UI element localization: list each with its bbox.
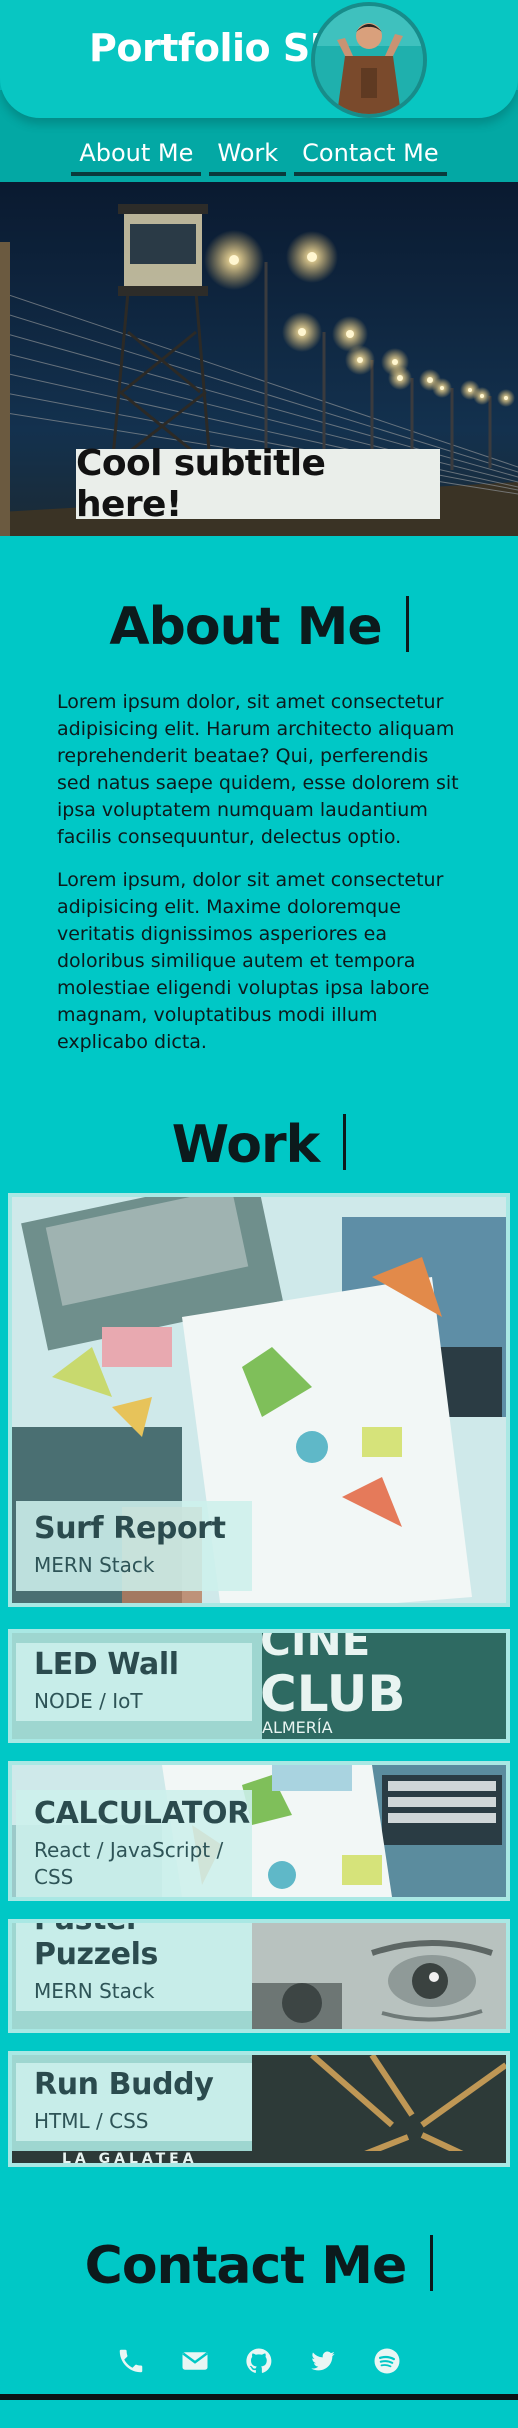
project-stack: MERN Stack <box>34 1979 155 2003</box>
project-card-pastel-puzzels[interactable]: Pastel Puzzels MERN Stack <box>8 1919 510 2033</box>
work-title-text: Work <box>171 1115 320 1175</box>
project-title: LED Wall <box>34 1647 179 1682</box>
twitter-icon[interactable] <box>304 2342 342 2380</box>
about-section: About Me Lorem ipsum dolor, sit amet con… <box>0 536 518 1056</box>
work-title: Work <box>0 1114 518 1175</box>
project-image-text: CINE <box>260 1633 370 1665</box>
mail-icon[interactable] <box>176 2342 214 2380</box>
project-card-run-buddy[interactable]: LA GALATEA Run Buddy HTML / CSS <box>8 2051 510 2167</box>
project-stack: MERN Stack <box>34 1553 155 1577</box>
project-card-led-wall[interactable]: CINE CLUB ALMERÍA LED Wall NODE / IoT <box>8 1629 510 1743</box>
bottom-bar <box>0 2394 518 2400</box>
phone-icon[interactable] <box>112 2342 150 2380</box>
project-label: Run Buddy HTML / CSS <box>16 2063 252 2141</box>
project-label: Surf Report MERN Stack <box>16 1501 252 1591</box>
project-stack: HTML / CSS <box>34 2109 149 2133</box>
contact-title: Contact Me <box>0 2235 518 2296</box>
github-icon[interactable] <box>240 2342 278 2380</box>
title-cursor <box>430 2235 434 2291</box>
title-cursor <box>405 596 409 652</box>
project-label: CALCULATOR React / JavaScript / CSS <box>16 1790 252 1897</box>
contact-icons <box>0 2342 518 2394</box>
nav-work-link[interactable]: Work <box>209 138 287 176</box>
brand-title: Portfolio SU <box>89 26 341 70</box>
about-paragraph: Lorem ipsum dolor, sit amet consectetur … <box>57 691 459 848</box>
hero-subtitle: Cool subtitle here! <box>76 443 440 525</box>
person-avatar <box>311 2 427 118</box>
project-card-calculator[interactable]: CALCULATOR React / JavaScript / CSS <box>8 1761 510 1901</box>
project-label: Pastel Puzzels MERN Stack <box>16 1919 252 2011</box>
project-image-text: ALMERÍA <box>262 1718 333 1737</box>
project-image-text: LA GALATEA <box>62 2151 198 2163</box>
contact-section: Contact Me <box>0 2167 518 2400</box>
project-label: LED Wall NODE / IoT <box>16 1643 252 1721</box>
work-section: Work Surf Report MERN Stack CINE CLUB AL… <box>0 1056 518 2167</box>
project-image-text: CLUB <box>260 1665 405 1723</box>
main-nav: About Me Work Contact Me <box>0 138 518 176</box>
project-title: Surf Report <box>34 1511 226 1546</box>
nav-about-link[interactable]: About Me <box>71 138 202 176</box>
site-header: Portfolio SU <box>0 0 518 118</box>
title-cursor <box>343 1114 347 1170</box>
about-title-text: About Me <box>109 597 382 657</box>
project-title: Run Buddy <box>34 2067 214 2102</box>
contact-title-text: Contact Me <box>84 2236 408 2296</box>
hero-banner: Cool subtitle here! <box>0 182 518 536</box>
project-stack: NODE / IoT <box>34 1689 143 1713</box>
nav-contact-link[interactable]: Contact Me <box>294 138 447 176</box>
project-title: CALCULATOR <box>34 1796 250 1831</box>
project-stack: React / JavaScript / CSS <box>34 1838 224 1889</box>
project-title: Pastel Puzzels <box>34 1919 158 1972</box>
project-card-surf-report[interactable]: Surf Report MERN Stack <box>8 1193 510 1607</box>
about-paragraph: Lorem ipsum, dolor sit amet consectetur … <box>57 869 444 1053</box>
spotify-icon[interactable] <box>368 2342 406 2380</box>
about-title: About Me <box>0 596 518 657</box>
